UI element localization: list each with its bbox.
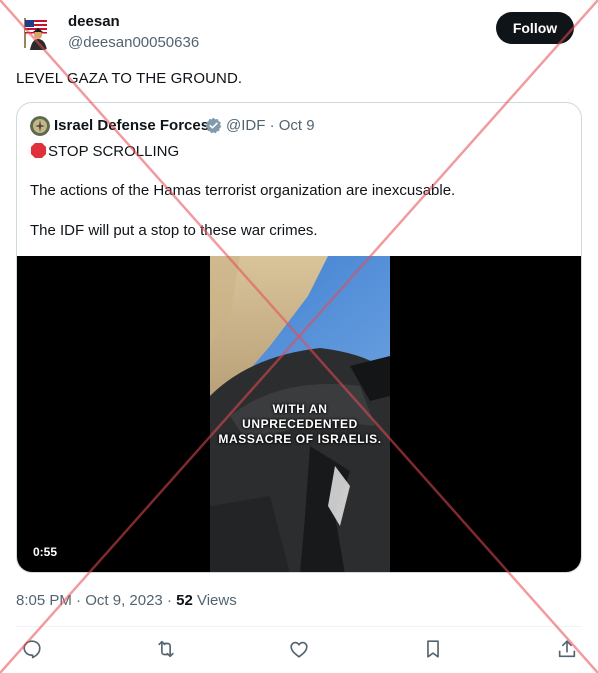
like-icon[interactable] <box>288 638 310 660</box>
stop-sign-icon <box>30 142 47 159</box>
views-label: Views <box>196 592 237 609</box>
author-avatar[interactable] <box>16 12 56 52</box>
share-icon[interactable] <box>556 638 578 660</box>
bookmark-icon[interactable] <box>422 638 444 660</box>
quoted-date: Oct 9 <box>278 117 315 134</box>
divider <box>16 626 582 627</box>
separator-dot: · <box>269 117 279 134</box>
tweet-timestamp-views: 8:05 PM · Oct 9, 2023 · 52 Views <box>16 592 237 609</box>
quoted-line-1-text: STOP SCROLLING <box>48 143 180 160</box>
caption-line-2: UNPRECEDENTED <box>242 417 358 431</box>
retweet-icon[interactable] <box>155 638 177 660</box>
quoted-line-2: The actions of the Hamas terrorist organ… <box>30 182 456 199</box>
video-player[interactable]: WITH AN UNPRECEDENTED MASSACRE OF ISRAEL… <box>17 256 581 572</box>
separator-dot: · <box>166 592 177 609</box>
tweet-time[interactable]: 8:05 PM <box>16 592 72 609</box>
caption-line-3: MASSACRE OF ISRAELIS. <box>218 432 382 446</box>
verified-badge-icon <box>205 117 222 134</box>
author-handle[interactable]: @deesan00050636 <box>68 34 199 51</box>
tweet-date[interactable]: Oct 9, 2023 <box>85 592 163 609</box>
quoted-author-handle: @IDF <box>226 117 266 134</box>
video-frame: WITH AN UNPRECEDENTED MASSACRE OF ISRAEL… <box>210 256 390 572</box>
tweet-text: LEVEL GAZA TO THE GROUND. <box>16 70 243 87</box>
quoted-line-1: STOP SCROLLING <box>30 142 179 160</box>
quoted-line-3: The IDF will put a stop to these war cri… <box>30 222 318 239</box>
quoted-handle-date: @IDF · Oct 9 <box>226 117 315 134</box>
caption-line-1: WITH AN <box>272 402 328 416</box>
quoted-tweet-card[interactable]: Israel Defense Forces @IDF · Oct 9 STOP … <box>16 102 582 573</box>
separator-dot: · <box>76 592 86 609</box>
reply-icon[interactable] <box>21 638 43 660</box>
video-duration: 0:55 <box>33 545 58 559</box>
author-name[interactable]: deesan <box>68 13 120 30</box>
video-caption: WITH AN UNPRECEDENTED MASSACRE OF ISRAEL… <box>210 402 390 447</box>
quoted-author-name: Israel Defense Forces <box>54 117 210 134</box>
views-count: 52 <box>176 592 193 609</box>
follow-button[interactable]: Follow <box>496 12 574 44</box>
quoted-author-avatar <box>30 116 50 136</box>
